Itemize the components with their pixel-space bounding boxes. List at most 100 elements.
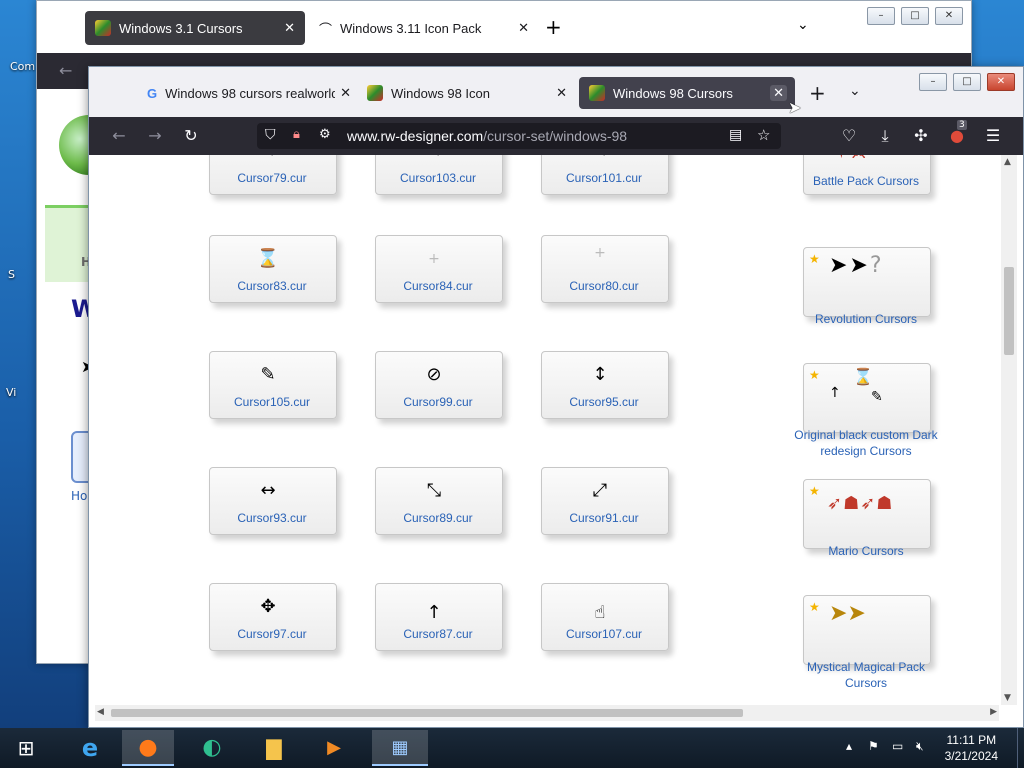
file-explorer-icon[interactable]: ▇ [248, 730, 300, 766]
close-tab-icon[interactable]: ✕ [340, 85, 351, 101]
cursor-card[interactable]: ↕ Cursor95.cur [541, 351, 669, 421]
reload-icon[interactable]: ↻ [181, 126, 201, 146]
cursor-file-link[interactable]: Cursor95.cur [541, 395, 667, 409]
edge-icon[interactable]: ◐ [186, 730, 238, 766]
vertical-scroll-thumb[interactable] [1004, 267, 1014, 355]
maximize-button[interactable]: □ [901, 7, 929, 25]
back-arrow-icon[interactable]: ← [109, 126, 129, 146]
tab-windows-98-cursors[interactable]: Windows 98 Cursors ✕ [579, 77, 795, 109]
scroll-up-icon[interactable]: ▲ [1004, 157, 1011, 167]
addon-badge-icon[interactable]: ● 3 [947, 120, 967, 146]
scroll-right-icon[interactable]: ▶ [990, 707, 997, 717]
cursor-file-link[interactable]: Cursor93.cur [209, 511, 335, 525]
cursor-set-link[interactable]: Battle Pack Cursors [787, 173, 945, 189]
cursor-card[interactable]: ⤡ Cursor89.cur [375, 467, 503, 537]
tab-windows-98-icon[interactable]: Windows 98 Icon ✕ [357, 77, 569, 109]
cursor-set-card[interactable]: ★ ➤➤ Mystical Magical Pack Cursors [803, 595, 931, 691]
cursor-set-link[interactable]: Revolution Cursors [787, 311, 945, 327]
desktop-icon-label[interactable]: S [8, 268, 15, 281]
desktop-icon-label[interactable]: Com [10, 60, 35, 73]
main-browser-window[interactable]: G Windows 98 cursors realworld ✕ Windows… [88, 66, 1024, 728]
cursor-file-link[interactable]: Cursor83.cur [209, 279, 335, 293]
close-tab-icon[interactable]: ✕ [770, 85, 787, 101]
reader-view-icon[interactable]: ▤ [729, 127, 742, 143]
cursor-card[interactable]: ⤢ Cursor91.cur [541, 467, 669, 537]
pocket-icon[interactable]: ♡ [839, 126, 859, 146]
horizontal-scroll-thumb[interactable] [111, 709, 743, 717]
new-tab-button[interactable]: + [809, 81, 826, 105]
back-arrow-icon[interactable]: ← [59, 61, 72, 80]
lock-icon[interactable]: 🔒︎ [293, 127, 300, 142]
extensions-icon[interactable]: ✣ [911, 126, 931, 146]
cursor-file-link[interactable]: Cursor87.cur [375, 627, 501, 641]
cursor-card[interactable]: ✥ Cursor97.cur [209, 583, 337, 653]
close-tab-icon[interactable]: ✕ [284, 20, 295, 36]
action-center-flag-icon[interactable]: ⚑ [868, 739, 879, 753]
cursor-file-link[interactable]: Cursor101.cur [541, 171, 667, 185]
cursor-set-link[interactable]: Mario Cursors [787, 543, 945, 559]
cursor-card[interactable]: + Cursor80.cur [541, 235, 669, 305]
new-tab-button[interactable]: + [545, 15, 562, 39]
close-tab-icon[interactable]: ✕ [518, 20, 529, 36]
cursor-set-link[interactable]: Mystical Magical Pack Cursors [787, 659, 945, 691]
cursor-card[interactable]: + Cursor84.cur [375, 235, 503, 305]
forward-arrow-icon[interactable]: → [145, 126, 165, 146]
cursor-set-card[interactable]: ✶⚔ Battle Pack Cursors [803, 155, 931, 213]
cursor-file-link[interactable]: Cursor103.cur [375, 171, 501, 185]
cursor-file-link[interactable]: Cursor84.cur [375, 279, 501, 293]
cursor-set-card[interactable]: ★ ➶☗➶☗ Mario Cursors [803, 479, 931, 559]
site-permissions-icon[interactable]: ⚙ [319, 127, 331, 142]
cursor-card[interactable]: ↖ Cursor79.cur [209, 155, 337, 197]
horizontal-scrollbar[interactable]: ◀ ▶ [95, 705, 999, 721]
cursor-card[interactable]: ↑ Cursor87.cur [375, 583, 503, 653]
bookmark-star-icon[interactable]: ☆ [757, 126, 770, 144]
cursor-set-card[interactable]: ★ ⌛ ↑ ✎ Original black custom Dark redes… [794, 363, 938, 459]
system-clock[interactable]: 11:11 PM 3/21/2024 [945, 732, 998, 764]
cursor-card[interactable]: ✎ Cursor105.cur [209, 351, 337, 421]
cursor-set-link[interactable]: Original black custom Dark redesign Curs… [787, 427, 945, 459]
url-text[interactable]: www.rw-designer.com/cursor-set/windows-9… [347, 128, 627, 144]
network-icon[interactable]: ▭ [892, 739, 903, 753]
vertical-scrollbar[interactable]: ▲ ▼ [1001, 155, 1017, 705]
cursor-file-link[interactable]: Cursor99.cur [375, 395, 501, 409]
cursor-set-card[interactable]: ★ ➤➤? Revolution Cursors [803, 247, 931, 327]
list-tabs-chevron-icon[interactable]: ⌄ [797, 17, 809, 33]
close-button[interactable]: ✕ [935, 7, 963, 25]
shield-icon[interactable]: ⛉ [265, 127, 276, 143]
back-tab-windows-31-cursors[interactable]: Windows 3.1 Cursors ✕ [85, 11, 305, 45]
close-tab-icon[interactable]: ✕ [556, 85, 567, 101]
cursor-card[interactable]: ⊘ Cursor99.cur [375, 351, 503, 421]
cursor-file-link[interactable]: Cursor107.cur [541, 627, 667, 641]
scroll-left-icon[interactable]: ◀ [97, 707, 104, 717]
media-player-icon[interactable]: ▶ [308, 730, 360, 766]
cursor-file-link[interactable]: Cursor105.cur [209, 395, 335, 409]
cursor-card[interactable]: ↔ Cursor93.cur [209, 467, 337, 537]
scroll-down-icon[interactable]: ▼ [1004, 693, 1011, 703]
cursor-card[interactable]: ☝ Cursor107.cur [541, 583, 669, 653]
start-button-windows-icon[interactable]: ⊞ [2, 730, 50, 766]
control-panel-icon[interactable]: ▦ [372, 730, 428, 766]
cursor-file-link[interactable]: Cursor91.cur [541, 511, 667, 525]
downloads-icon[interactable]: ⤓ [875, 126, 895, 146]
minimize-button[interactable]: – [919, 73, 947, 91]
cursor-file-link[interactable]: Cursor79.cur [209, 171, 335, 185]
menu-hamburger-icon[interactable]: ☰ [983, 126, 1003, 146]
cursor-file-link[interactable]: Cursor80.cur [541, 279, 667, 293]
minimize-button[interactable]: – [867, 7, 895, 25]
home-link[interactable]: Ho [71, 489, 87, 503]
show-desktop-button[interactable] [1017, 728, 1024, 768]
cursor-file-link[interactable]: Cursor89.cur [375, 511, 501, 525]
cursor-card[interactable]: ↖ Cursor103.cur [375, 155, 503, 197]
firefox-icon[interactable]: ● [122, 730, 174, 766]
volume-muted-icon[interactable]: 🔇︎ [916, 739, 924, 754]
address-bar[interactable]: ⛉ 🔒︎ ⚙ www.rw-designer.com/cursor-set/wi… [257, 123, 781, 149]
cursor-card[interactable]: ⌛ Cursor83.cur [209, 235, 337, 305]
tab-windows-98-cursors-realworld[interactable]: G Windows 98 cursors realworld ✕ [137, 77, 359, 109]
maximize-button[interactable]: □ [953, 73, 981, 91]
desktop-icon-label[interactable]: Vi [6, 386, 16, 399]
list-tabs-chevron-icon[interactable]: ⌄ [849, 83, 861, 99]
internet-explorer-icon[interactable]: e [64, 730, 116, 766]
back-tab-windows-311-icon-pack[interactable]: ⌒ Windows 3.11 Icon Pack ✕ [319, 11, 529, 45]
cursor-card[interactable]: ↖ Cursor101.cur [541, 155, 669, 197]
cursor-file-link[interactable]: Cursor97.cur [209, 627, 335, 641]
